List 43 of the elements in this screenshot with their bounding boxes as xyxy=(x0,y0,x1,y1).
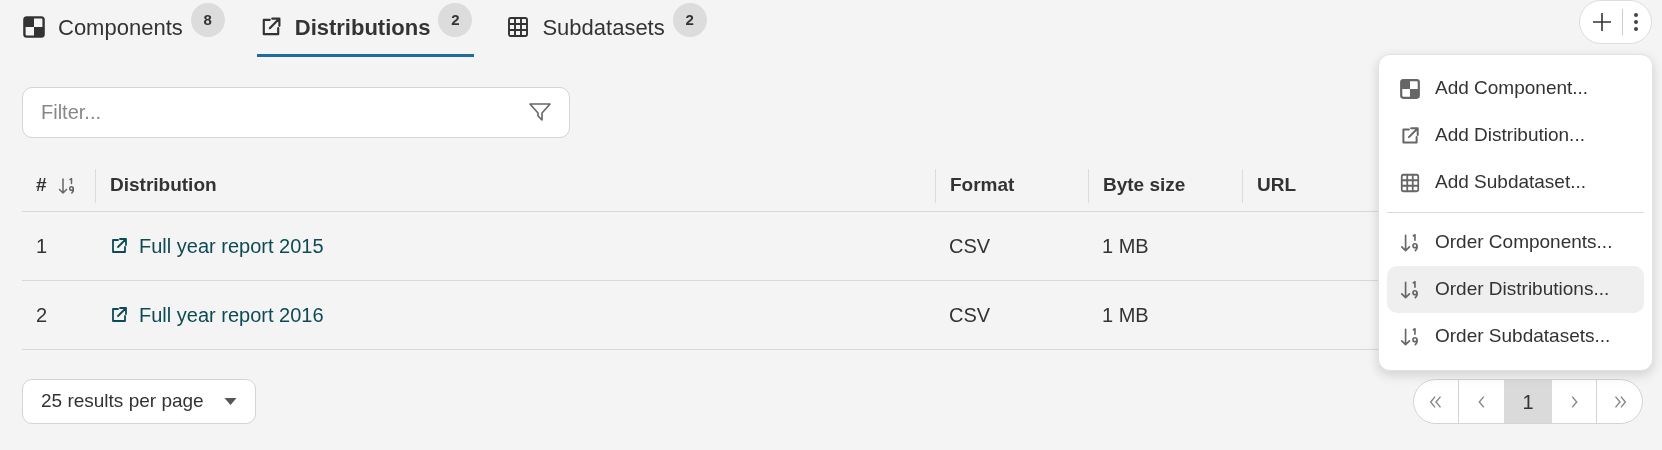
plus-icon[interactable] xyxy=(1592,12,1612,32)
grid-icon xyxy=(1399,171,1421,194)
menu-item[interactable]: Add Component... xyxy=(1387,65,1644,112)
count-badge: 8 xyxy=(190,3,225,37)
menu-item[interactable]: Order Subdatasets... xyxy=(1387,313,1644,360)
table-cell-text: 1 MB xyxy=(1101,234,1149,259)
menu-item[interactable]: Add Subdataset... xyxy=(1387,159,1644,206)
table-cell-text: CSV xyxy=(948,303,991,328)
table-cell-text: CSV xyxy=(948,234,991,259)
filter-field[interactable]: Filter... xyxy=(22,87,570,138)
count-badge: 2 xyxy=(672,3,707,37)
page-button[interactable]: 1 xyxy=(1504,380,1552,423)
sort-icon xyxy=(56,175,77,196)
sort-icon xyxy=(1399,325,1421,348)
more-icon[interactable] xyxy=(1633,12,1639,32)
menu-item[interactable]: Order Distributions... xyxy=(1387,266,1644,313)
tab[interactable]: Components 8 xyxy=(20,0,227,57)
tab[interactable]: Distributions 2 xyxy=(256,0,475,57)
column-header: URL xyxy=(1257,173,1297,198)
component-icon xyxy=(1399,77,1421,100)
external-link-icon xyxy=(109,236,129,256)
count-badge: 2 xyxy=(438,3,473,37)
table-cell-text: 1 xyxy=(35,234,48,259)
menu-item[interactable]: Add Distribution... xyxy=(1387,112,1644,159)
column-header: Byte size xyxy=(1103,173,1186,198)
sort-icon xyxy=(1399,278,1421,301)
filter-icon[interactable] xyxy=(528,100,552,124)
distribution-link[interactable]: Full year report 2016 xyxy=(109,300,324,330)
distribution-link[interactable]: Full year report 2015 xyxy=(109,231,324,261)
table-cell-text: 2 xyxy=(35,303,48,328)
external-link-icon xyxy=(1399,124,1421,147)
grid-icon xyxy=(506,15,531,39)
column-header: Format xyxy=(950,173,1015,198)
external-link-icon xyxy=(109,305,129,325)
page-size-select[interactable]: 25 results per page xyxy=(22,379,256,424)
caret-icon xyxy=(223,397,237,406)
table-cell-text: 1 MB xyxy=(1101,303,1149,328)
tab[interactable]: Subdatasets 2 xyxy=(504,0,709,57)
menu-item[interactable]: Order Components... xyxy=(1387,219,1644,266)
sort-icon xyxy=(1399,231,1421,254)
column-header: # xyxy=(36,173,47,198)
component-icon xyxy=(22,15,46,39)
column-header: Distribution xyxy=(110,173,217,198)
